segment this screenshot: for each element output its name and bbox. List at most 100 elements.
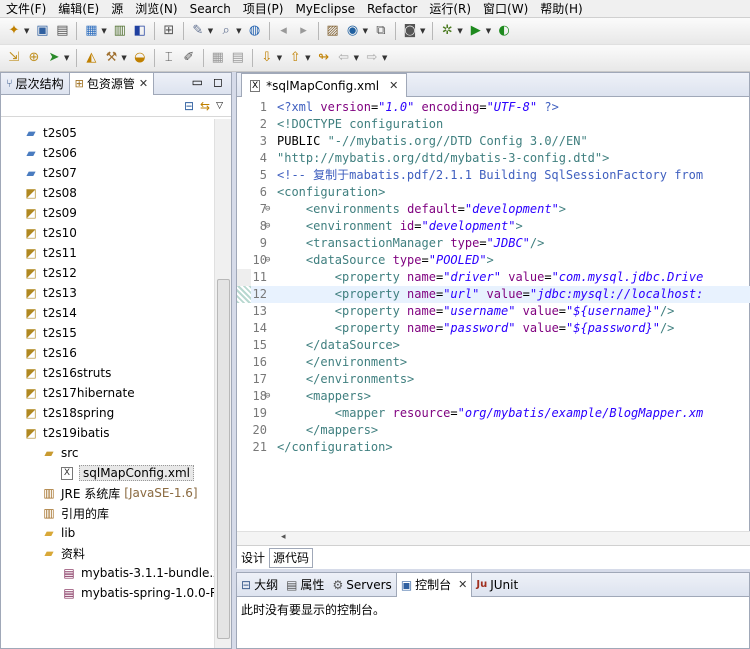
fold-icon[interactable]: ⊖: [265, 201, 270, 218]
tree-item[interactable]: ◩ t2s10: [23, 223, 77, 243]
menu-item[interactable]: Refactor: [361, 2, 423, 16]
forward-dropdown-icon[interactable]: ▼: [382, 54, 387, 62]
debug-dropdown-icon[interactable]: ▼: [457, 27, 462, 35]
debug-icon[interactable]: ✲: [439, 23, 455, 39]
menu-item[interactable]: 编辑(E): [52, 0, 105, 17]
fold-icon[interactable]: ⊖: [265, 388, 270, 405]
profile-icon[interactable]: ◉: [345, 23, 361, 39]
tree-item[interactable]: ◩ t2s18spring: [23, 403, 114, 423]
new-class-icon[interactable]: ⊕: [26, 50, 42, 66]
close-icon[interactable]: ✕: [389, 79, 398, 92]
tree-item[interactable]: ◩ t2s16: [23, 343, 77, 363]
next-annotation-dropdown-icon[interactable]: ▼: [277, 54, 282, 62]
minimize-icon[interactable]: ▭: [192, 75, 203, 89]
server-icon[interactable]: ◧: [132, 23, 148, 39]
tree-item[interactable]: ◩ t2s12: [23, 263, 77, 283]
new-java-icon[interactable]: ➤: [46, 50, 62, 66]
tree-item[interactable]: ▰ src: [41, 443, 78, 463]
tree-item[interactable]: ▰ t2s05: [23, 123, 77, 143]
tree-item[interactable]: ▰ lib: [41, 523, 75, 543]
hammer-dropdown-icon[interactable]: ▼: [121, 54, 126, 62]
prev-annotation-dropdown-icon[interactable]: ▼: [305, 54, 310, 62]
browser-forward-icon[interactable]: ▸: [296, 23, 312, 39]
tree-item[interactable]: ▥ 引用的库: [41, 503, 109, 523]
tree-item[interactable]: ▤ mybatis-spring-1.0.0-R: [61, 583, 215, 603]
open-project-icon[interactable]: ◭: [83, 50, 99, 66]
menu-item[interactable]: MyEclipse: [289, 2, 361, 16]
tree-item[interactable]: ◩ t2s17hibernate: [23, 383, 134, 403]
menu-item[interactable]: 窗口(W): [477, 0, 534, 17]
search-icon[interactable]: ⌕: [218, 23, 234, 39]
tree-item[interactable]: ◩ t2s19ibatis: [23, 423, 109, 443]
tab-console[interactable]: ▣ 控制台 ✕: [395, 572, 473, 597]
editor-hscrollbar[interactable]: ◂: [237, 531, 750, 545]
last-edit-icon[interactable]: ↬: [316, 50, 332, 66]
layout2-icon[interactable]: ▤: [230, 50, 246, 66]
tree-item[interactable]: ◩ t2s11: [23, 243, 77, 263]
fold-icon[interactable]: ⊖: [265, 252, 270, 269]
run-icon[interactable]: ▶: [468, 23, 484, 39]
maximize-icon[interactable]: ◻: [213, 75, 223, 89]
close-icon[interactable]: ✕: [458, 578, 467, 591]
search-dropdown-icon[interactable]: ▼: [236, 27, 241, 35]
external-tools-icon[interactable]: ◐: [496, 23, 512, 39]
new-icon[interactable]: ✦: [6, 23, 22, 39]
menu-item[interactable]: 源: [105, 0, 129, 17]
menu-item[interactable]: 帮助(H): [534, 0, 588, 17]
profile-dropdown-icon[interactable]: ▼: [363, 27, 368, 35]
edit-icon[interactable]: ✐: [181, 50, 197, 66]
collapse-all-icon[interactable]: ⊟: [184, 99, 194, 113]
next-annotation-icon[interactable]: ⇩: [259, 50, 275, 66]
tree-item[interactable]: XsqlMapConfig.xml: [61, 463, 194, 483]
tab-design[interactable]: 设计: [237, 548, 269, 568]
back-dropdown-icon[interactable]: ▼: [354, 54, 359, 62]
prev-annotation-icon[interactable]: ⇧: [287, 50, 303, 66]
deploy-icon[interactable]: ▥: [112, 23, 128, 39]
wizard-icon[interactable]: ✎: [190, 23, 206, 39]
tree-item[interactable]: ◩ t2s09: [23, 203, 77, 223]
menu-item[interactable]: Search: [184, 2, 237, 16]
tree-scrollbar[interactable]: [214, 119, 231, 648]
layout-icon[interactable]: ▦: [210, 50, 226, 66]
back-icon[interactable]: ⇦: [336, 50, 352, 66]
tree-item[interactable]: ▤ mybatis-3.1.1-bundle.z: [61, 563, 215, 583]
tab-properties[interactable]: ▤ 属性: [282, 573, 328, 597]
web-icon[interactable]: ⊞: [161, 23, 177, 39]
tree-item[interactable]: ◩ t2s16struts: [23, 363, 111, 383]
tree-item[interactable]: ▰ t2s07: [23, 163, 77, 183]
open-folder-icon[interactable]: ◒: [132, 50, 148, 66]
menu-item[interactable]: 项目(P): [237, 0, 290, 17]
toggle-mark-icon[interactable]: ⌶: [161, 50, 177, 66]
report-icon[interactable]: ▨: [325, 23, 341, 39]
open-type-icon[interactable]: ▦: [83, 23, 99, 39]
hammer-icon[interactable]: ⚒: [103, 50, 119, 66]
tab-hierarchy[interactable]: ⑂ 层次结构: [1, 73, 69, 95]
new-java-dropdown-icon[interactable]: ▼: [64, 54, 69, 62]
tree-item[interactable]: ◩ t2s14: [23, 303, 77, 323]
new-package-icon[interactable]: ⇲: [6, 50, 22, 66]
code-area[interactable]: 1 <?xml version="1.0" encoding="UTF-8" ?>…: [237, 97, 750, 531]
tab-outline[interactable]: ⊟ 大纲: [237, 573, 282, 597]
editor-tab-sqlmapconfig[interactable]: X *sqlMapConfig.xml ✕: [241, 73, 408, 97]
snapshot-icon[interactable]: ⧉: [373, 23, 389, 39]
view-menu-icon[interactable]: ▽: [216, 101, 223, 111]
tree-item[interactable]: ◩ t2s15: [23, 323, 77, 343]
camera-dropdown-icon[interactable]: ▼: [420, 27, 425, 35]
tab-source[interactable]: 源代码: [269, 547, 314, 568]
menu-item[interactable]: 运行(R): [423, 0, 477, 17]
scroll-left-icon[interactable]: ◂: [281, 532, 286, 542]
camera-icon[interactable]: ◙: [402, 23, 418, 39]
tab-servers[interactable]: ⚙ Servers: [328, 573, 395, 597]
fold-icon[interactable]: ⊖: [265, 218, 270, 235]
menu-item[interactable]: 文件(F): [0, 0, 52, 17]
globe-icon[interactable]: ◍: [247, 23, 263, 39]
tab-junit[interactable]: Ju JUnit: [472, 573, 522, 597]
save-icon[interactable]: ▣: [34, 23, 50, 39]
close-icon[interactable]: ✕: [139, 77, 148, 90]
link-with-editor-icon[interactable]: ⇆: [200, 99, 210, 113]
forward-icon[interactable]: ⇨: [364, 50, 380, 66]
print-icon[interactable]: ▤: [54, 23, 70, 39]
tree-item[interactable]: ▰ t2s06: [23, 143, 77, 163]
tree-item[interactable]: ▰ 资料: [41, 543, 85, 563]
tree-item[interactable]: ◩ t2s08: [23, 183, 77, 203]
